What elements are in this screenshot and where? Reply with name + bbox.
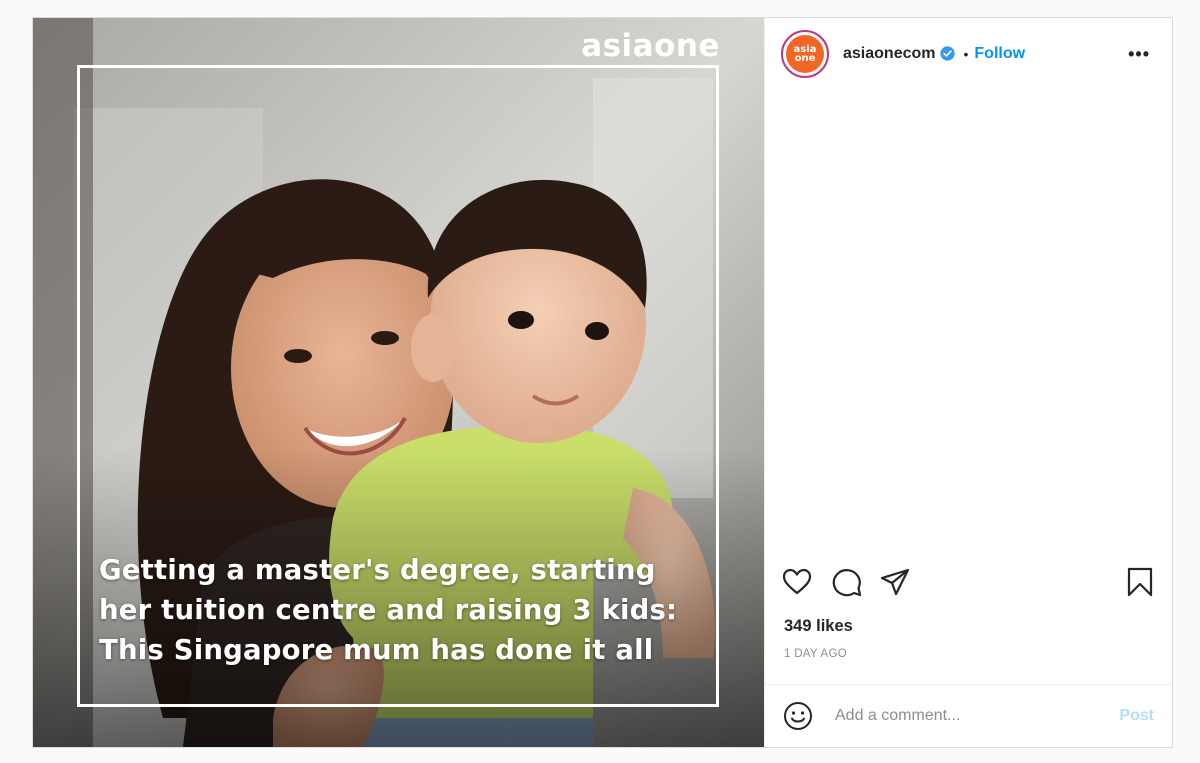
separator-dot: •: [963, 45, 969, 62]
avatar-logo: asia one: [786, 34, 824, 73]
follow-button[interactable]: Follow: [974, 45, 1025, 63]
instagram-post: asiaone Getting a master's degree, start…: [32, 17, 1173, 748]
action-bar: [765, 562, 1172, 602]
asiaone-logo: asiaone: [581, 28, 720, 64]
post-comment-button[interactable]: Post: [1119, 707, 1154, 725]
likes-count[interactable]: 349 likes: [784, 617, 853, 636]
post-header: asia one asiaonecom • Follow •••: [765, 18, 1172, 90]
comment-input[interactable]: [833, 706, 1120, 726]
verified-badge-icon: [940, 46, 956, 61]
post-timestamp[interactable]: 1 DAY AGO: [784, 648, 847, 660]
post-sidebar: asia one asiaonecom • Follow ••• 349 lik…: [764, 18, 1172, 747]
smiley-icon[interactable]: [783, 701, 813, 731]
post-image[interactable]: asiaone Getting a master's degree, start…: [33, 18, 764, 747]
comment-bar: Post: [765, 684, 1172, 747]
bookmark-icon[interactable]: [1124, 566, 1156, 598]
avatar-text-bottom: one: [794, 52, 816, 64]
send-icon[interactable]: [879, 566, 911, 598]
username-link[interactable]: asiaonecom: [843, 45, 935, 63]
heart-icon[interactable]: [781, 566, 813, 598]
avatar[interactable]: asia one: [781, 29, 829, 78]
image-headline: Getting a master's degree, starting her …: [99, 554, 678, 666]
more-options-icon[interactable]: •••: [1128, 44, 1150, 65]
comment-icon[interactable]: [831, 566, 863, 598]
